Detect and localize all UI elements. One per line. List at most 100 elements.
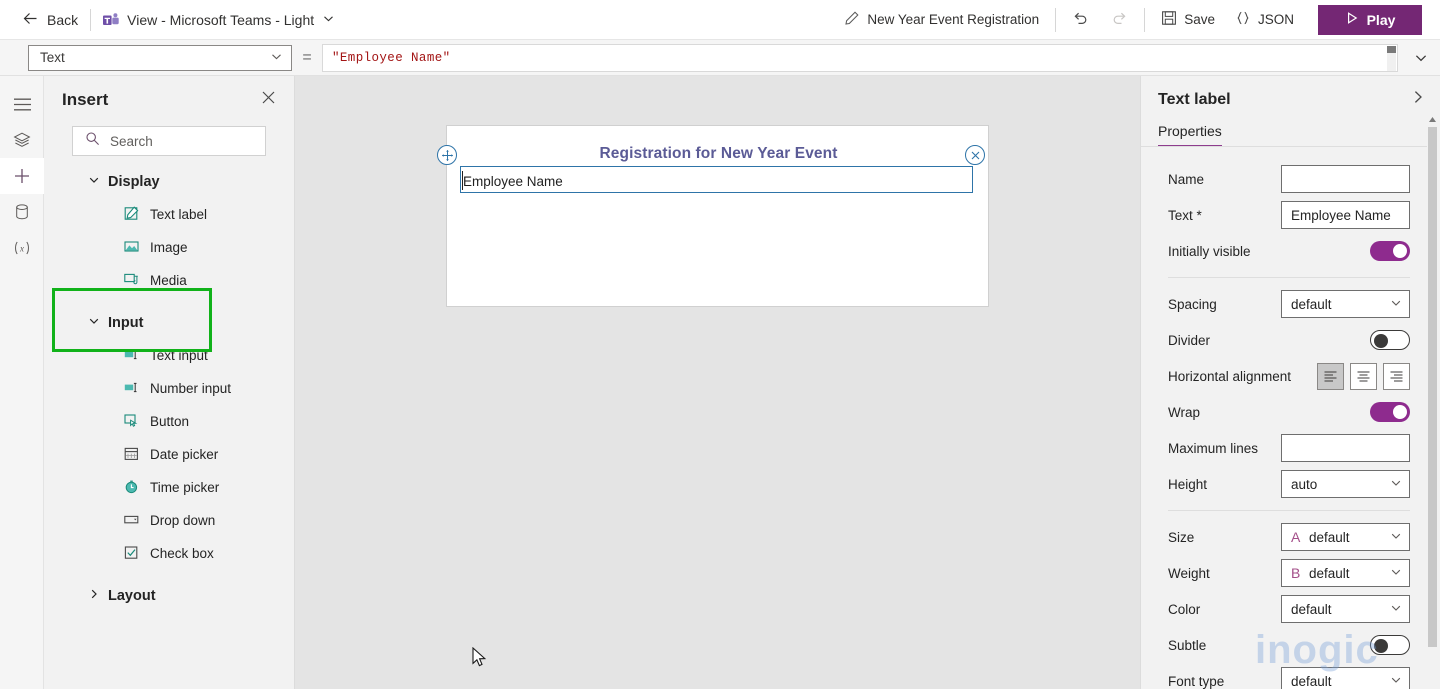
property-label: Color bbox=[1168, 601, 1201, 617]
undo-button[interactable] bbox=[1062, 0, 1100, 40]
insert-item-text-label[interactable]: Text label bbox=[44, 198, 294, 231]
property-label: Divider bbox=[1168, 332, 1211, 348]
insert-item-label: Time picker bbox=[150, 480, 220, 495]
scroll-up-icon[interactable] bbox=[1426, 113, 1438, 125]
close-icon[interactable] bbox=[261, 90, 276, 110]
align-right-button[interactable] bbox=[1383, 362, 1410, 390]
properties-list: Name Text * Employee Name Initially visi… bbox=[1141, 147, 1440, 689]
height-select[interactable]: auto bbox=[1281, 470, 1410, 498]
subtle-toggle[interactable] bbox=[1370, 635, 1410, 655]
wrap-toggle[interactable] bbox=[1370, 402, 1410, 422]
insert-group-display[interactable]: Display bbox=[44, 165, 294, 198]
card-canvas[interactable]: Registration for New Year Event Employee… bbox=[295, 76, 1140, 689]
play-label: Play bbox=[1366, 11, 1396, 28]
property-row-horizontal-alignment: Horizontal alignment bbox=[1141, 358, 1440, 394]
property-dropdown[interactable]: Text bbox=[28, 44, 292, 71]
chevron-right-icon bbox=[88, 588, 100, 604]
insert-item-time-picker[interactable]: Time picker bbox=[44, 471, 294, 504]
property-label: Wrap bbox=[1168, 404, 1201, 420]
back-button[interactable]: Back bbox=[22, 10, 78, 30]
name-field[interactable] bbox=[1281, 165, 1410, 193]
property-label: Initially visible bbox=[1168, 243, 1251, 259]
divider-2 bbox=[1168, 510, 1410, 511]
property-label: Text * bbox=[1168, 207, 1202, 223]
layers-icon[interactable] bbox=[0, 122, 44, 158]
property-row-initially-visible: Initially visible bbox=[1141, 233, 1440, 269]
chevron-down-icon bbox=[88, 315, 100, 331]
color-select[interactable]: default bbox=[1281, 595, 1410, 623]
property-dropdown-value: Text bbox=[40, 50, 65, 65]
insert-panel-header: Insert bbox=[44, 76, 294, 110]
play-button[interactable]: Play bbox=[1318, 4, 1422, 35]
redo-button[interactable] bbox=[1100, 0, 1138, 40]
move-handle[interactable] bbox=[437, 145, 457, 165]
insert-item-number-input[interactable]: Number input bbox=[44, 372, 294, 405]
search-input[interactable] bbox=[110, 133, 287, 149]
formula-bar: Text = "Employee Name" bbox=[0, 40, 1440, 76]
text-field[interactable]: Employee Name bbox=[1281, 201, 1410, 229]
json-button[interactable]: JSON bbox=[1225, 0, 1304, 40]
insert-item-media[interactable]: Media bbox=[44, 264, 294, 297]
property-label: Weight bbox=[1168, 565, 1210, 581]
size-select[interactable]: A default bbox=[1281, 523, 1410, 551]
insert-item-date-picker[interactable]: Date picker bbox=[44, 438, 294, 471]
insert-item-text-input[interactable]: Text input bbox=[44, 339, 294, 372]
tab-properties[interactable]: Properties bbox=[1158, 123, 1222, 147]
card-preview[interactable]: Registration for New Year Event Employee… bbox=[446, 125, 989, 307]
insert-item-label: Date picker bbox=[150, 447, 219, 462]
insert-item-label: Number input bbox=[150, 381, 232, 396]
insert-item-check-box[interactable]: Check box bbox=[44, 537, 294, 570]
save-button[interactable]: Save bbox=[1151, 0, 1225, 40]
property-row-weight: Weight B default bbox=[1141, 555, 1440, 591]
save-icon bbox=[1161, 10, 1177, 29]
insert-item-label: Check box bbox=[150, 546, 214, 561]
insert-group-layout[interactable]: Layout bbox=[44, 579, 294, 612]
menu-icon[interactable] bbox=[0, 86, 44, 122]
power-apps-cards-designer: Back View - Microsoft Teams - Light New … bbox=[0, 0, 1440, 689]
undo-icon bbox=[1072, 9, 1090, 30]
data-icon[interactable] bbox=[0, 194, 44, 230]
property-label: Subtle bbox=[1168, 637, 1207, 653]
maximum-lines-field[interactable] bbox=[1281, 434, 1410, 462]
align-center-button[interactable] bbox=[1350, 362, 1377, 390]
formula-expand-button[interactable] bbox=[1402, 40, 1440, 76]
insert-icon[interactable] bbox=[0, 158, 44, 194]
insert-item-drop-down[interactable]: Drop down bbox=[44, 504, 294, 537]
insert-item-image[interactable]: Image bbox=[44, 231, 294, 264]
toolbar-separator bbox=[90, 8, 92, 31]
mouse-cursor bbox=[472, 646, 488, 674]
media-icon bbox=[124, 272, 139, 290]
property-label: Spacing bbox=[1168, 296, 1217, 312]
property-row-divider: Divider bbox=[1141, 322, 1440, 358]
spacing-select[interactable]: default bbox=[1281, 290, 1410, 318]
variables-icon[interactable]: x bbox=[0, 230, 44, 266]
redo-icon bbox=[1110, 9, 1128, 30]
font-type-select[interactable]: default bbox=[1281, 667, 1410, 689]
delete-handle[interactable] bbox=[965, 145, 985, 165]
formula-input[interactable]: "Employee Name" bbox=[322, 43, 1398, 72]
property-row-subtle: Subtle bbox=[1141, 627, 1440, 663]
chevron-down-icon bbox=[322, 12, 335, 28]
property-label: Font type bbox=[1168, 673, 1225, 689]
card-name-editor[interactable]: New Year Event Registration bbox=[834, 0, 1049, 40]
view-selector[interactable]: View - Microsoft Teams - Light bbox=[103, 12, 335, 28]
selected-text-label[interactable]: Employee Name bbox=[460, 166, 973, 193]
weight-select[interactable]: B default bbox=[1281, 559, 1410, 587]
properties-scrollbar[interactable] bbox=[1426, 113, 1438, 683]
search-box[interactable] bbox=[72, 126, 287, 156]
scrollbar-thumb[interactable] bbox=[1428, 127, 1437, 647]
arrow-left-icon bbox=[22, 10, 39, 30]
divider-toggle[interactable] bbox=[1370, 330, 1410, 350]
property-label: Horizontal alignment bbox=[1168, 368, 1292, 384]
property-row-color: Color default bbox=[1141, 591, 1440, 627]
align-left-button[interactable] bbox=[1317, 362, 1344, 390]
chevron-right-icon[interactable] bbox=[1410, 89, 1426, 110]
text-label-icon bbox=[124, 205, 139, 224]
insert-group-input[interactable]: Input bbox=[44, 306, 294, 339]
insert-item-button[interactable]: Button bbox=[44, 405, 294, 438]
pencil-icon bbox=[844, 10, 860, 29]
formula-scrollbar[interactable] bbox=[1387, 45, 1396, 71]
initially-visible-toggle[interactable] bbox=[1370, 241, 1410, 261]
calendar-icon bbox=[124, 446, 139, 464]
divider bbox=[1168, 277, 1410, 278]
